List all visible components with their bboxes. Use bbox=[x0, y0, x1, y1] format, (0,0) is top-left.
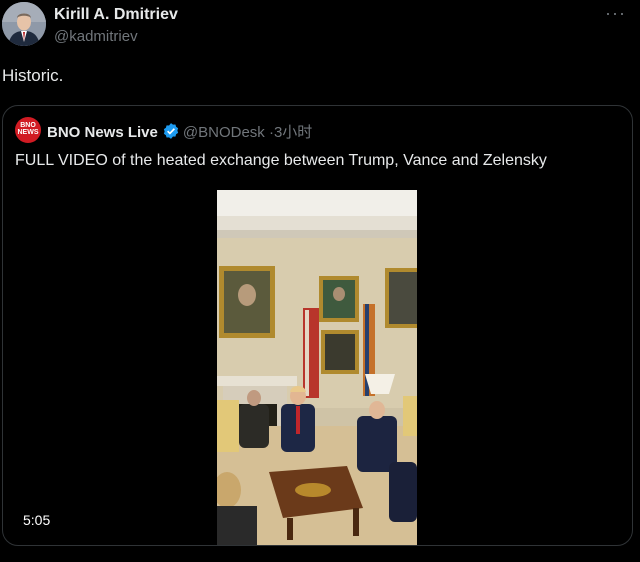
author-name[interactable]: Kirill A. Dmitriev bbox=[54, 6, 178, 24]
more-horizontal-icon[interactable]: ··· bbox=[605, 4, 626, 22]
author-avatar[interactable] bbox=[2, 2, 46, 46]
avatar-photo bbox=[2, 2, 46, 46]
video-thumbnail[interactable] bbox=[217, 190, 417, 545]
author-handle[interactable]: @kadmitriev bbox=[54, 28, 138, 45]
verified-badge-icon bbox=[162, 122, 180, 144]
quoted-name[interactable]: BNO News Live bbox=[47, 124, 158, 141]
bno-logo-line1: BNO bbox=[20, 122, 36, 129]
separator-dot: · bbox=[268, 124, 274, 141]
quoted-handle[interactable]: @BNODesk bbox=[183, 124, 265, 141]
quoted-avatar[interactable]: BNO NEWS bbox=[15, 117, 41, 143]
quoted-header: BNO News Live @BNODesk ·3小时 bbox=[47, 121, 312, 144]
tweet-text: Historic. bbox=[2, 66, 64, 85]
quoted-text: FULL VIDEO of the heated exchange betwee… bbox=[15, 152, 547, 169]
video-duration: 5:05 bbox=[23, 512, 51, 528]
quoted-tweet-card[interactable]: BNO NEWS BNO News Live @BNODesk ·3小时 FULL… bbox=[2, 105, 633, 546]
bno-logo-line2: NEWS bbox=[17, 129, 39, 136]
bno-logo: BNO NEWS bbox=[15, 122, 41, 136]
quoted-timestamp[interactable]: 3小时 bbox=[274, 124, 312, 141]
video-frame bbox=[217, 190, 417, 545]
